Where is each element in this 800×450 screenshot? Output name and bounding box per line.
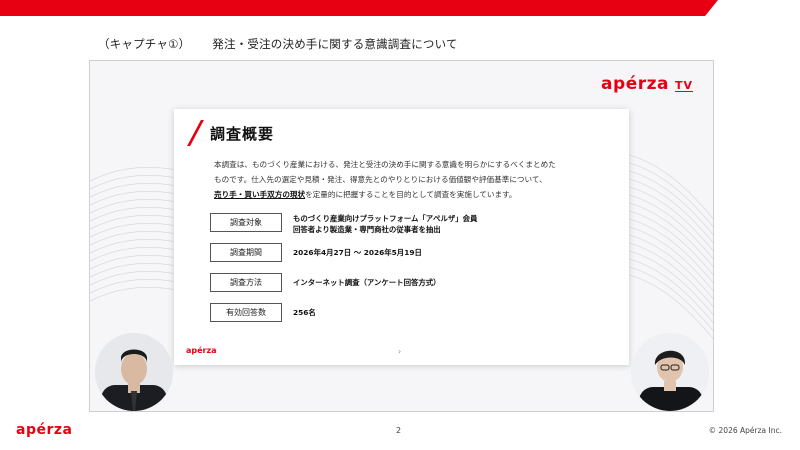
top-banner-red-bar [0, 0, 718, 16]
caption-label: （キャプチャ①） [98, 37, 191, 51]
survey-label: 調査期間 [210, 243, 282, 262]
intro-line-2: ものです。仕入先の選定や見積・発注、得意先とのやりとりにおける価値観や評価基準に… [214, 175, 547, 184]
survey-value-line-2: 回答者より製造業・専門商社の従事者を抽出 [293, 225, 441, 234]
survey-label: 有効回答数 [210, 303, 282, 322]
aperza-tv-logo: apérza TV [601, 74, 693, 94]
intro-line-3-rest: を定量的に把握することを目的として調査を実施しています。 [305, 190, 517, 199]
chevron-right-icon: › [398, 347, 402, 356]
survey-row-responses: 有効回答数 256名 [210, 303, 590, 325]
intro-emphasis: 売り手・買い手双方の現状 [214, 190, 306, 199]
survey-value-line-1: ものづくり産業向けプラットフォーム「アペルザ」会員 [293, 214, 478, 223]
aperza-tv-label: TV [674, 79, 693, 92]
caption-title: 発注・受注の決め手に関する意識調査について [212, 37, 458, 51]
presenter-left-person-icon [95, 333, 173, 411]
slide-footer-logo: apérza [186, 346, 217, 355]
copyright: © 2026 Apérza Inc. [708, 426, 782, 435]
slide-card: 調査概要 本調査は、ものづくり産業における、発注と受注の決め手に関する意識を明ら… [174, 109, 629, 365]
top-banner [0, 0, 800, 16]
presenter-left [95, 333, 173, 411]
aperza-tv-brand: apérza [601, 74, 669, 94]
red-slash-icon [188, 121, 202, 145]
video-frame: apérza TV 調査概要 本調査は、ものづくり産業における、発注と受注の決め… [89, 60, 714, 412]
slide-title-row: 調査概要 [188, 121, 274, 145]
slide-intro: 本調査は、ものづくり産業における、発注と受注の決め手に関する意識を明らかにするべ… [214, 157, 614, 202]
survey-label: 調査方法 [210, 273, 282, 292]
survey-label: 調査対象 [210, 213, 282, 232]
aperza-footer-logo: apérza [16, 422, 73, 438]
caption: （キャプチャ①） 発注・受注の決め手に関する意識調査について [98, 36, 458, 52]
survey-value: 2026年4月27日 ～ 2026年5月19日 [293, 248, 422, 257]
page-number: 2 [396, 426, 402, 435]
presenter-right-person-icon [631, 333, 709, 411]
presenter-right [631, 333, 709, 411]
intro-line-3: 売り手・買い手双方の現状を定量的に把握することを目的として調査を実施しています。 [214, 187, 614, 202]
intro-line-1: 本調査は、ものづくり産業における、発注と受注の決め手に関する意識を明らかにするべ… [214, 160, 556, 169]
survey-row-method: 調査方法 インターネット調査（アンケート回答方式） [210, 273, 590, 295]
survey-row-target: 調査対象 ものづくり産業向けプラットフォーム「アペルザ」会員 回答者より製造業・… [210, 213, 590, 235]
survey-row-period: 調査期間 2026年4月27日 ～ 2026年5月19日 [210, 243, 590, 265]
survey-value: ものづくり産業向けプラットフォーム「アペルザ」会員 回答者より製造業・専門商社の… [293, 213, 477, 235]
survey-value: インターネット調査（アンケート回答方式） [293, 278, 441, 287]
survey-value: 256名 [293, 308, 316, 317]
slide-title: 調査概要 [210, 124, 275, 143]
